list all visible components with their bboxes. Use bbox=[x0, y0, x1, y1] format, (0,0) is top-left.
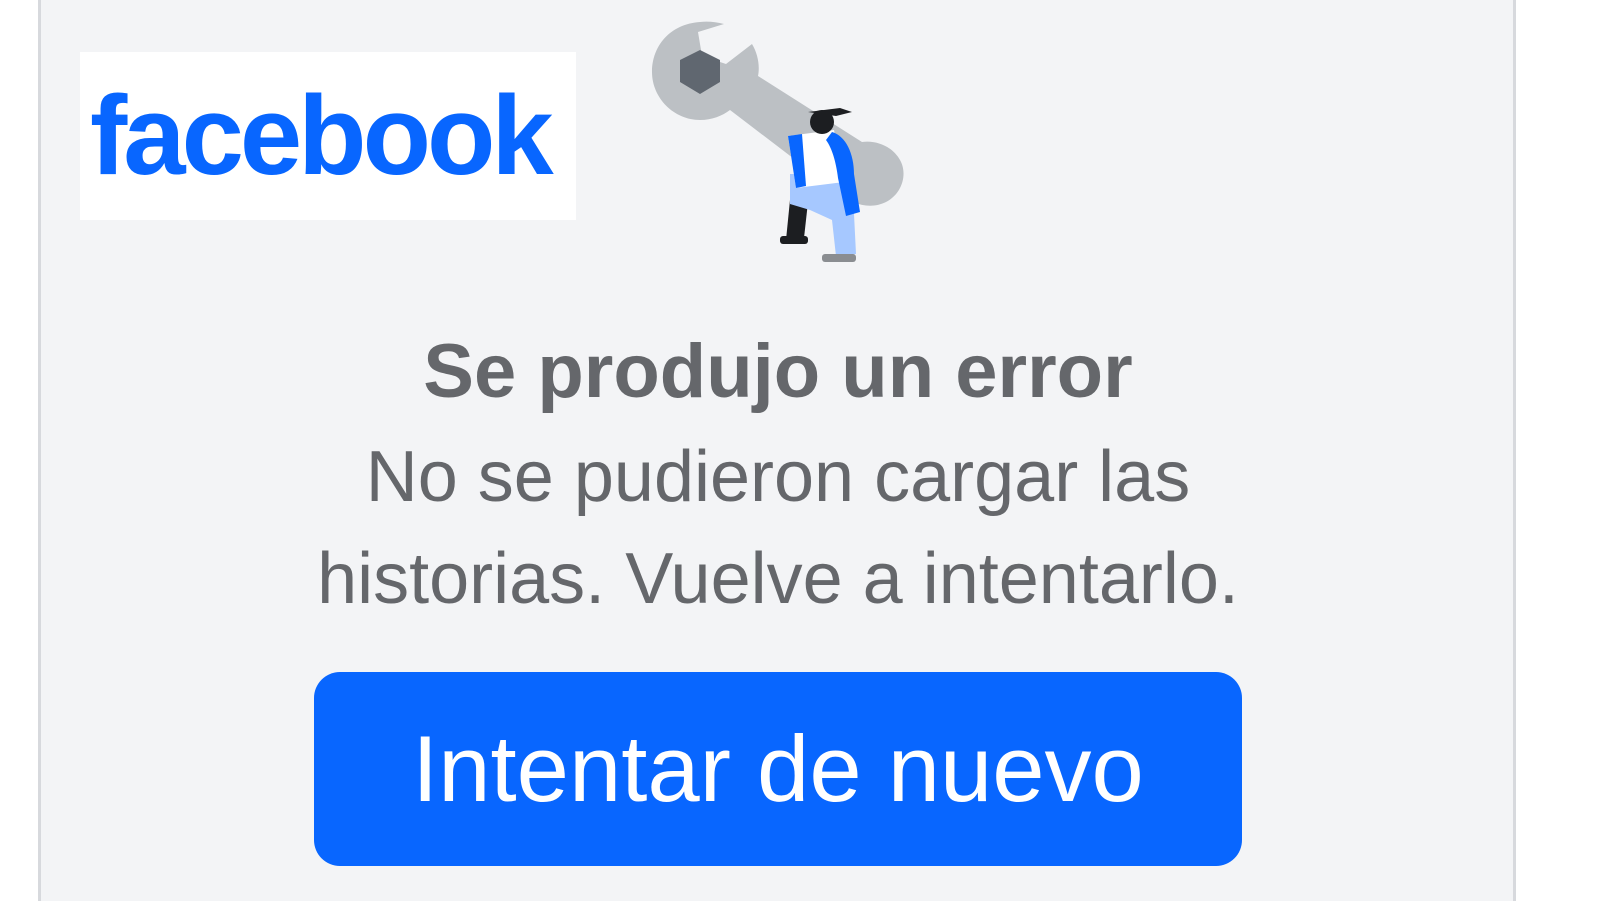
error-screen: facebook Se produjo un error No se pudie… bbox=[0, 0, 1600, 901]
error-message-line-1: No se pudieron cargar las bbox=[365, 437, 1191, 517]
error-message-line-2: historias. Vuelve a intentarlo. bbox=[317, 539, 1239, 619]
facebook-wordmark: facebook bbox=[90, 73, 554, 198]
wrench-icon bbox=[652, 21, 904, 206]
retry-button[interactable]: Intentar de nuevo bbox=[314, 672, 1242, 866]
facebook-logo: facebook bbox=[80, 52, 576, 220]
error-title: Se produjo un error bbox=[423, 329, 1133, 414]
error-message: No se pudieron cargar las historias. Vue… bbox=[0, 426, 1556, 630]
wrench-worker-illustration bbox=[652, 21, 904, 262]
